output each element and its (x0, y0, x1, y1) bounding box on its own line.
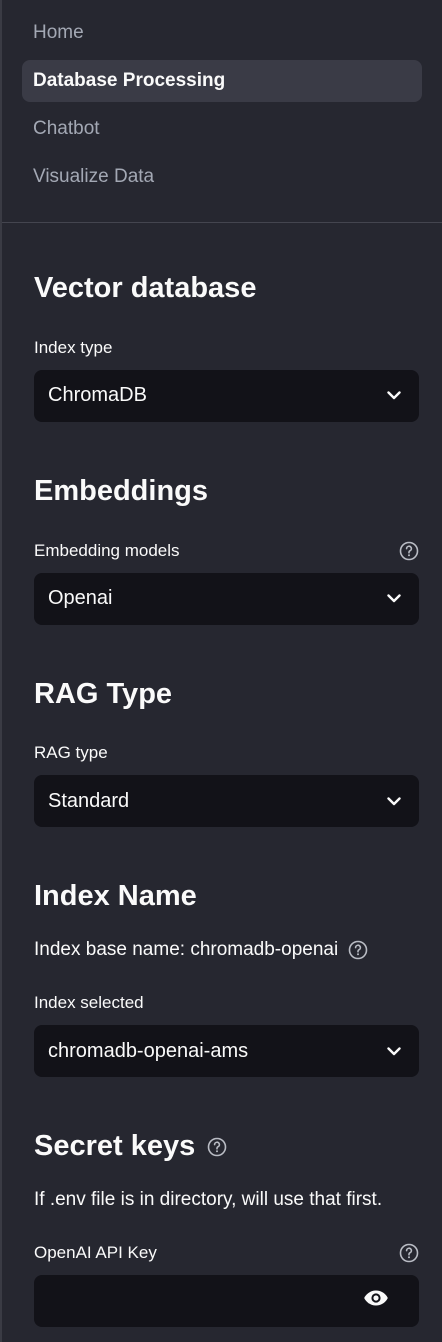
index-selected-value: chromadb-openai-ams (48, 1039, 249, 1062)
embedding-models-label-row: Embedding models (34, 539, 419, 563)
sidebar-nav: Home Database Processing Chatbot Visuali… (2, 0, 442, 210)
sidebar-content: Vector database Index type ChromaDB Embe… (2, 223, 442, 1327)
nav-item-label: Chatbot (33, 118, 100, 139)
sidebar: Home Database Processing Chatbot Visuali… (0, 0, 442, 1342)
vector-database-heading: Vector database (34, 272, 257, 304)
rag-type-label: RAG type (34, 743, 108, 763)
nav-item-chatbot[interactable]: Chatbot (22, 108, 422, 150)
index-type-value: ChromaDB (48, 384, 147, 407)
secret-keys-note: If .env file is in directory, will use t… (34, 1188, 383, 1210)
openai-key-input[interactable] (48, 1289, 363, 1313)
openai-key-label: OpenAI API Key (34, 1242, 157, 1262)
nav-item-home[interactable]: Home (22, 12, 422, 54)
rag-type-value: Standard (48, 789, 130, 812)
nav-item-database-processing[interactable]: Database Processing (22, 60, 422, 102)
question-circle-icon[interactable] (399, 1243, 419, 1263)
question-circle-icon[interactable] (399, 541, 419, 561)
index-base-name-text: Index base name: chromadb-openai (34, 939, 339, 961)
nav-item-visualize-data[interactable]: Visualize Data (22, 156, 422, 198)
index-base-name-row: Index base name: chromadb-openai (34, 936, 419, 964)
index-selected-select[interactable]: chromadb-openai-ams (34, 1025, 419, 1078)
question-circle-icon[interactable] (207, 1137, 227, 1157)
index-type-label: Index type (34, 337, 113, 357)
chevron-down-icon (386, 793, 402, 809)
embeddings-heading: Embeddings (34, 474, 209, 507)
eye-icon[interactable] (363, 1289, 389, 1312)
embedding-models-value: Openai (48, 587, 113, 610)
index-selected-label: Index selected (34, 993, 144, 1013)
nav-item-label: Visualize Data (33, 166, 155, 187)
index-type-select[interactable]: ChromaDB (34, 369, 419, 422)
index-selected-label-row: Index selected (34, 991, 419, 1015)
secret-keys-note-row: If .env file is in directory, will use t… (34, 1186, 419, 1214)
embedding-models-select[interactable]: Openai (34, 572, 419, 625)
chevron-down-icon (386, 388, 402, 404)
chevron-down-icon (386, 591, 402, 607)
question-circle-icon[interactable] (348, 940, 368, 960)
rag-type-label-row: RAG type (34, 741, 419, 765)
index-type-label-row: Index type (34, 336, 419, 360)
openai-key-label-row: OpenAI API Key (34, 1241, 419, 1265)
secret-keys-heading-row: Secret keys (34, 1129, 419, 1164)
openai-key-field (34, 1274, 419, 1327)
rag-type-select[interactable]: Standard (34, 775, 419, 828)
secret-keys-heading: Secret keys (34, 1130, 196, 1163)
index-name-heading: Index Name (34, 880, 197, 913)
embedding-models-label: Embedding models (34, 540, 180, 560)
chevron-down-icon (386, 1043, 402, 1059)
nav-item-label: Home (33, 22, 84, 43)
nav-item-label: Database Processing (33, 70, 226, 91)
rag-type-heading: RAG Type (34, 677, 173, 710)
